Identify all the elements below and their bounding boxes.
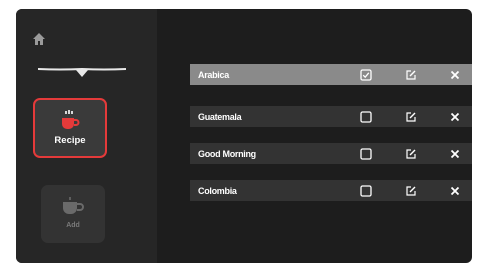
coffee-cup-icon <box>62 110 80 129</box>
recipe-name: Arabica <box>198 69 229 80</box>
coffee-cup-add-icon <box>63 197 84 214</box>
close-icon[interactable] <box>450 186 460 196</box>
home-icon[interactable] <box>32 32 46 46</box>
edit-icon[interactable] <box>405 69 417 81</box>
recipe-row[interactable]: Guatemala <box>190 106 472 127</box>
checkbox-icon[interactable] <box>360 110 372 123</box>
nav-recipe-label: Recipe <box>54 135 86 146</box>
recipe-row[interactable]: Colombia <box>190 180 472 201</box>
brand-logo <box>38 67 126 77</box>
app-screen: Recipe Add Arabica Guatemala Good Mornin… <box>16 9 472 263</box>
nav-add-label: Add <box>66 222 80 229</box>
edit-icon[interactable] <box>405 111 417 123</box>
checkbox-icon[interactable] <box>360 147 372 160</box>
recipe-name: Colombia <box>198 185 237 196</box>
close-icon[interactable] <box>450 149 460 159</box>
sidebar: Recipe Add <box>16 9 157 263</box>
recipe-row[interactable]: Good Morning <box>190 143 472 164</box>
nav-add-button[interactable]: Add <box>41 185 105 243</box>
recipe-name: Guatemala <box>198 111 242 122</box>
nav-recipe-button[interactable]: Recipe <box>33 98 107 158</box>
close-icon[interactable] <box>450 70 460 80</box>
recipe-row[interactable]: Arabica <box>190 64 472 85</box>
close-icon[interactable] <box>450 112 460 122</box>
edit-icon[interactable] <box>405 148 417 160</box>
checkbox-checked-icon[interactable] <box>360 68 372 81</box>
edit-icon[interactable] <box>405 185 417 197</box>
recipe-name: Good Morning <box>198 148 256 159</box>
checkbox-icon[interactable] <box>360 184 372 197</box>
